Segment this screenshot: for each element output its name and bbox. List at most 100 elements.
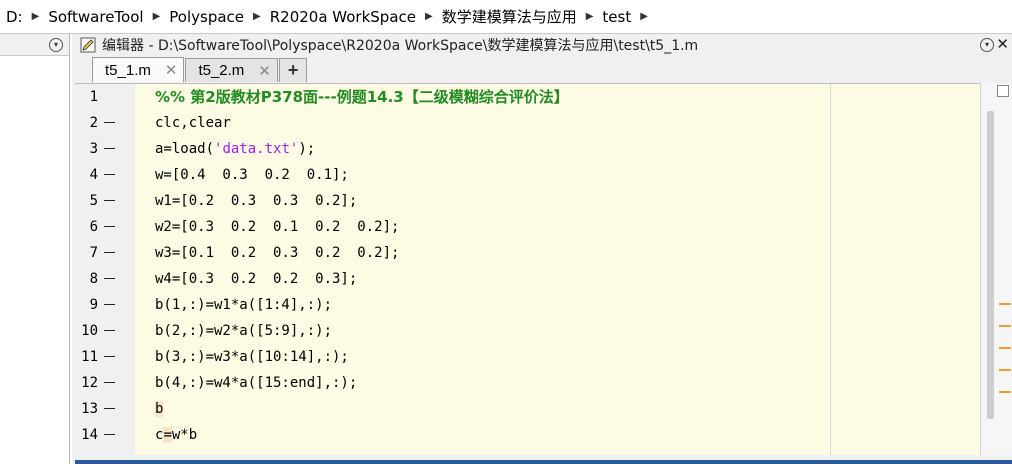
breadcrumb-arrow-icon[interactable]: ▶	[586, 11, 594, 22]
panel-header: ▾	[0, 34, 69, 56]
code-line[interactable]: a=load('data.txt');	[155, 136, 315, 162]
code-text: b(1,:)=w1*a([1:4],:);	[155, 297, 333, 313]
code-comment: %% 第2版教材P378面---例题14.3【二级模糊综合评价法】	[155, 88, 569, 106]
code-line[interactable]: w3=[0.1 0.2 0.3 0.2 0.2];	[155, 240, 399, 266]
panel-menu-icon[interactable]: ▾	[49, 38, 63, 52]
line-number: 11	[75, 344, 135, 370]
line-number-text: 12	[81, 375, 98, 391]
breadcrumb-arrow-icon[interactable]: ▶	[153, 11, 161, 22]
line-number: 8	[75, 266, 135, 292]
line-number: 5	[75, 188, 135, 214]
breakpoint-dash-icon[interactable]	[104, 434, 115, 435]
warning-marker-icon[interactable]	[999, 303, 1011, 305]
warning-marker-icon[interactable]	[999, 347, 1011, 349]
code-line[interactable]: w=[0.4 0.3 0.2 0.1];	[155, 162, 349, 188]
code-text: w2=[0.3 0.2 0.1 0.2 0.2];	[155, 219, 400, 235]
editor-close-icon[interactable]: ✕	[996, 35, 1009, 53]
address-bar[interactable]: D: ▶ SoftwareTool ▶ Polyspace ▶ R2020a WorkSpa…	[0, 0, 1012, 34]
code-line[interactable]: w1=[0.2 0.3 0.3 0.2];	[155, 188, 357, 214]
breadcrumb-segment[interactable]: D:	[6, 8, 23, 26]
code-line[interactable]: w4=[0.3 0.2 0.2 0.3];	[155, 266, 357, 292]
breakpoint-dash-icon[interactable]	[104, 122, 115, 123]
breakpoint-dash-icon[interactable]	[104, 174, 115, 175]
line-number-text: 1	[89, 89, 98, 105]
code-text: w1=[0.2 0.3 0.3 0.2];	[155, 193, 358, 209]
line-number: 9	[75, 292, 135, 318]
line-number-text: 2	[89, 115, 98, 131]
editor-menu-icon[interactable]: ▾	[980, 38, 994, 52]
line-number-text: 3	[89, 141, 98, 157]
tab-file[interactable]: t5_2.m ✕	[185, 58, 278, 82]
tab-close-icon[interactable]: ✕	[258, 62, 271, 80]
warning-marker-icon[interactable]	[999, 369, 1011, 371]
breakpoint-dash-icon[interactable]	[104, 304, 115, 305]
line-number-text: 7	[89, 245, 98, 261]
code-text: b(4,:)=w4*a([15:end],:);	[155, 375, 358, 391]
code-text: );	[298, 141, 316, 157]
file-tabs: t5_1.m ✕ t5_2.m ✕ +	[92, 57, 308, 82]
breadcrumb-arrow-icon[interactable]: ▶	[640, 11, 648, 22]
breadcrumb-segment[interactable]: Polyspace	[169, 8, 244, 26]
line-number-text: 10	[81, 323, 98, 339]
breadcrumb-arrow-icon[interactable]: ▶	[253, 11, 261, 22]
line-number-text: 14	[81, 427, 98, 443]
warning-marker-icon[interactable]	[999, 391, 1011, 393]
line-number-text: 4	[89, 167, 98, 183]
code-text: b(2,:)=w2*a([5:9],:);	[155, 323, 333, 339]
code-text: b(3,:)=w3*a([10:14],:);	[155, 349, 349, 365]
code-line[interactable]: w2=[0.3 0.2 0.1 0.2 0.2];	[155, 214, 399, 240]
scrollbar-thumb[interactable]	[987, 111, 994, 419]
line-number: 13	[75, 396, 135, 422]
right-margin-line	[830, 84, 831, 455]
line-number: 1	[75, 84, 135, 110]
breakpoint-dash-icon[interactable]	[104, 382, 115, 383]
breakpoint-dash-icon[interactable]	[104, 278, 115, 279]
breakpoint-dash-icon[interactable]	[104, 148, 115, 149]
indicator-strip	[980, 83, 1012, 455]
breakpoint-dash-icon[interactable]	[104, 356, 115, 357]
tab-label: t5_1.m	[105, 61, 151, 79]
message-indicator-icon[interactable]	[997, 85, 1009, 97]
code-line[interactable]: b(3,:)=w3*a([10:14],:);	[155, 344, 349, 370]
line-number: 12	[75, 370, 135, 396]
code-line[interactable]: b(1,:)=w1*a([1:4],:);	[155, 292, 332, 318]
breakpoint-dash-icon[interactable]	[104, 330, 115, 331]
current-folder-panel: ▾	[0, 34, 70, 464]
line-number: 7	[75, 240, 135, 266]
tab-close-icon[interactable]: ✕	[165, 61, 178, 79]
tab-file[interactable]: t5_1.m ✕	[92, 57, 185, 82]
code-line[interactable]: c=w*b	[155, 422, 197, 448]
breakpoint-dash-icon[interactable]	[104, 252, 115, 253]
code-area[interactable]: 1 2 3 4 5 6 7 8 9 10 11 12 13 14 %% 第2版教材P378面---例题14…	[75, 83, 980, 455]
line-number-text: 11	[81, 349, 98, 365]
warning-marker-icon[interactable]	[999, 325, 1011, 327]
line-number: 2	[75, 110, 135, 136]
code-text: w4=[0.3 0.2 0.2 0.3];	[155, 271, 358, 287]
add-tab-button[interactable]: +	[278, 58, 308, 82]
line-number-text: 9	[89, 297, 98, 313]
code-line[interactable]: b(2,:)=w2*a([5:9],:);	[155, 318, 332, 344]
line-number: 3	[75, 136, 135, 162]
editor-title: 编辑器 - D:\SoftwareTool\Polyspace\R2020a W…	[102, 38, 699, 54]
code-line[interactable]: clc,clear	[155, 110, 231, 136]
editor-titlebar: 编辑器 - D:\SoftwareTool\Polyspace\R2020a W…	[72, 34, 1012, 56]
breadcrumb-segment[interactable]: SoftwareTool	[48, 8, 143, 26]
code-text: a=load(	[155, 141, 215, 157]
breadcrumb-segment[interactable]: test	[602, 8, 631, 26]
line-number-text: 5	[89, 193, 98, 209]
breakpoint-dash-icon[interactable]	[104, 408, 115, 409]
code-line[interactable]: %% 第2版教材P378面---例题14.3【二级模糊综合评价法】	[155, 84, 569, 110]
breadcrumb-segment[interactable]: R2020a WorkSpace	[270, 8, 416, 26]
breadcrumb-arrow-icon[interactable]: ▶	[32, 11, 40, 22]
code-line[interactable]: b(4,:)=w4*a([15:end],:);	[155, 370, 357, 396]
code-text: clc,clear	[155, 115, 231, 131]
status-bar	[75, 460, 1012, 464]
line-number-gutter: 1 2 3 4 5 6 7 8 9 10 11 12 13 14	[75, 84, 135, 455]
code-text: w3=[0.1 0.2 0.3 0.2 0.2];	[155, 245, 400, 261]
breakpoint-dash-icon[interactable]	[104, 226, 115, 227]
breadcrumb-segment[interactable]: 数学建模算法与应用	[442, 6, 577, 27]
breadcrumb-arrow-icon[interactable]: ▶	[425, 11, 433, 22]
breakpoint-dash-icon[interactable]	[104, 200, 115, 201]
code-line[interactable]: b	[155, 396, 164, 422]
line-number-text: 6	[89, 219, 98, 235]
